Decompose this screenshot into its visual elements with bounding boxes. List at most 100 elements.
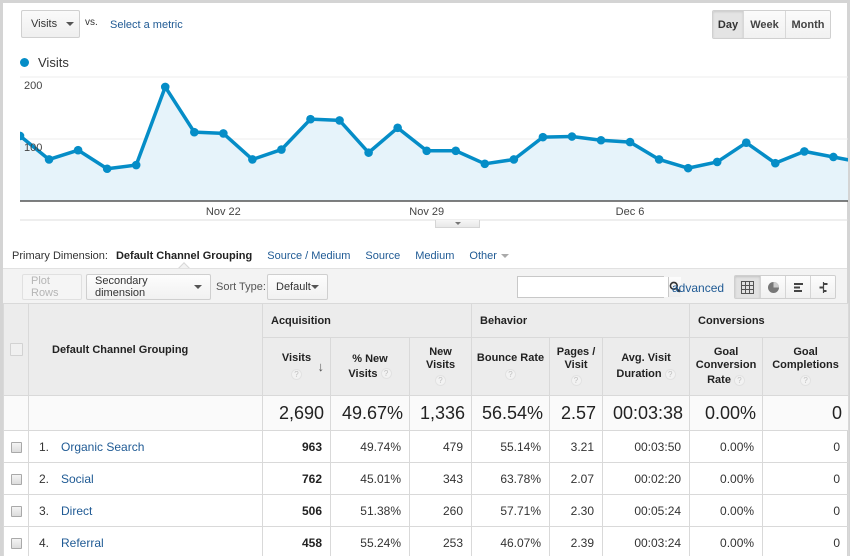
column-title: Goal xyxy=(793,346,818,358)
select-all-checkbox[interactable] xyxy=(9,343,23,356)
other-label: Other xyxy=(469,250,497,262)
metric-dropdown-label: Visits xyxy=(31,18,58,30)
row-checkbox[interactable] xyxy=(10,505,22,517)
cell-goal-conversion-rate: 0.00% xyxy=(689,462,764,495)
cell-pct-new-visits: 49.74% xyxy=(330,430,410,463)
row-checkbox[interactable] xyxy=(10,537,22,549)
advanced-filter-link[interactable]: advanced xyxy=(672,281,724,295)
column-title-line2: Visits xyxy=(348,367,378,380)
row-rank: 4. xyxy=(39,535,50,550)
dimension-cell: 4. Referral xyxy=(28,526,263,556)
column-header-visits[interactable]: Visits ? ↓ xyxy=(262,337,331,396)
sort-type-value: Default xyxy=(276,281,311,293)
column-header-goal-conversion-rate[interactable]: Goal Conversion Rate ? xyxy=(689,337,764,396)
performance-view-icon xyxy=(793,282,803,292)
total-pages-per-visit: 2.57 xyxy=(549,395,604,431)
column-header-pct-new-visits[interactable]: % New Visits ? xyxy=(330,337,410,396)
sort-descending-icon: ↓ xyxy=(317,359,325,374)
table-search xyxy=(517,276,681,298)
period-month-button[interactable]: Month xyxy=(785,11,830,38)
table-search-input[interactable] xyxy=(518,277,668,297)
period-day-button[interactable]: Day xyxy=(713,11,743,38)
sort-type-dropdown[interactable]: Default xyxy=(267,274,328,300)
cell-pages-per-visit: 2.07 xyxy=(549,462,604,495)
metric-dropdown[interactable]: Visits xyxy=(21,10,80,38)
data-point-24 xyxy=(712,157,722,167)
data-point-2 xyxy=(73,145,83,155)
series-visits xyxy=(20,82,848,201)
help-icon[interactable]: ? xyxy=(380,368,392,380)
total-goal-completions: 0 xyxy=(762,395,850,431)
data-point-23 xyxy=(683,163,693,173)
dimension-option-medium[interactable]: Medium xyxy=(415,250,454,262)
comparison-view-icon xyxy=(819,281,827,293)
group-header-behavior: Behavior xyxy=(471,303,691,338)
row-checkbox[interactable] xyxy=(10,441,22,453)
column-header-goal-completions[interactable]: Goal Completions ? xyxy=(762,337,850,396)
column-header-bounce-rate[interactable]: Bounce Rate ? xyxy=(471,337,551,396)
cell-pct-new-visits: 55.24% xyxy=(330,526,410,556)
column-title: Bounce Rate xyxy=(476,351,545,364)
pie-view-button[interactable] xyxy=(760,276,785,298)
data-point-14 xyxy=(422,146,432,156)
help-icon[interactable]: ? xyxy=(800,374,812,386)
dimension-option-source[interactable]: Source xyxy=(365,250,400,262)
dimension-column-header[interactable]: Default Channel Grouping xyxy=(28,303,263,396)
dimension-link[interactable]: Social xyxy=(61,472,94,486)
data-point-4 xyxy=(131,160,141,170)
help-icon[interactable]: ? xyxy=(505,369,517,381)
cell-pct-new-visits: 45.01% xyxy=(330,462,410,495)
column-header-new-visits[interactable]: New Visits ? xyxy=(408,337,473,396)
plot-rows-button[interactable]: Plot Rows xyxy=(22,274,82,300)
data-point-13 xyxy=(393,123,402,133)
dimension-option-other[interactable]: Other xyxy=(469,250,509,262)
row-checkbox[interactable] xyxy=(10,473,22,485)
view-switcher xyxy=(734,275,836,299)
select-all-cell xyxy=(3,303,29,396)
cell-goal-completions: 0 xyxy=(762,462,850,495)
data-point-8 xyxy=(248,155,257,164)
primary-dimension-label: Primary Dimension: xyxy=(12,250,108,262)
period-week-button[interactable]: Week xyxy=(743,11,785,38)
help-icon[interactable]: ? xyxy=(570,374,582,386)
performance-view-button[interactable] xyxy=(785,276,810,298)
column-title: Pages / xyxy=(556,346,596,358)
column-title-line2: Duration xyxy=(616,368,662,380)
total-avg-visit-duration: 00:03:38 xyxy=(602,395,691,431)
column-title-line3: Rate xyxy=(707,374,731,386)
column-title-line2: Visits xyxy=(425,359,456,371)
cell-pct-new-visits: 51.38% xyxy=(330,494,410,527)
dimension-link[interactable]: Direct xyxy=(61,504,92,518)
dimension-link[interactable]: Organic Search xyxy=(61,440,144,454)
secondary-dimension-label: Secondary dimension xyxy=(95,275,148,299)
column-header-avg-visit-duration[interactable]: Avg. Visit Duration ? xyxy=(602,337,691,396)
data-point-0 xyxy=(20,131,25,141)
secondary-dimension-dropdown[interactable]: Secondary dimension xyxy=(86,274,211,300)
cell-avg-visit-duration: 00:03:24 xyxy=(602,526,691,556)
chevron-down-icon xyxy=(311,285,319,289)
cell-goal-completions: 0 xyxy=(762,526,850,556)
help-icon[interactable]: ? xyxy=(435,374,447,386)
period-toggle: Day Week Month xyxy=(712,10,831,39)
report-table: Default Channel Grouping Acquisition Beh… xyxy=(3,303,850,556)
select-metric-link[interactable]: Select a metric xyxy=(110,19,183,31)
row-checkbox-cell xyxy=(3,430,29,463)
dimension-link[interactable]: Referral xyxy=(61,536,104,550)
collapse-chart-handle[interactable] xyxy=(435,220,480,228)
table-view-button[interactable] xyxy=(735,276,760,298)
row-checkbox-cell xyxy=(3,526,29,556)
visits-chart[interactable]: 100 200 Nov 22 Nov 29 Dec 6 xyxy=(0,70,850,235)
column-header-pages-per-visit[interactable]: Pages / Visit ? xyxy=(549,337,604,396)
totals-checkbox-cell xyxy=(3,395,29,431)
total-pct-new-visits: 49.67% xyxy=(330,395,410,431)
dimension-option-source-medium[interactable]: Source / Medium xyxy=(267,250,350,262)
table-row: 1. Organic Search 963 49.74% 479 55.14% 3… xyxy=(3,430,850,463)
cell-bounce-rate: 55.14% xyxy=(471,430,551,463)
comparison-view-button[interactable] xyxy=(810,276,835,298)
help-icon[interactable]: ? xyxy=(664,368,676,380)
help-icon[interactable]: ? xyxy=(291,369,302,381)
total-bounce-rate: 56.54% xyxy=(471,395,551,431)
data-point-19 xyxy=(567,132,577,141)
help-icon[interactable]: ? xyxy=(734,374,745,386)
y-tick-label: 200 xyxy=(24,80,42,92)
